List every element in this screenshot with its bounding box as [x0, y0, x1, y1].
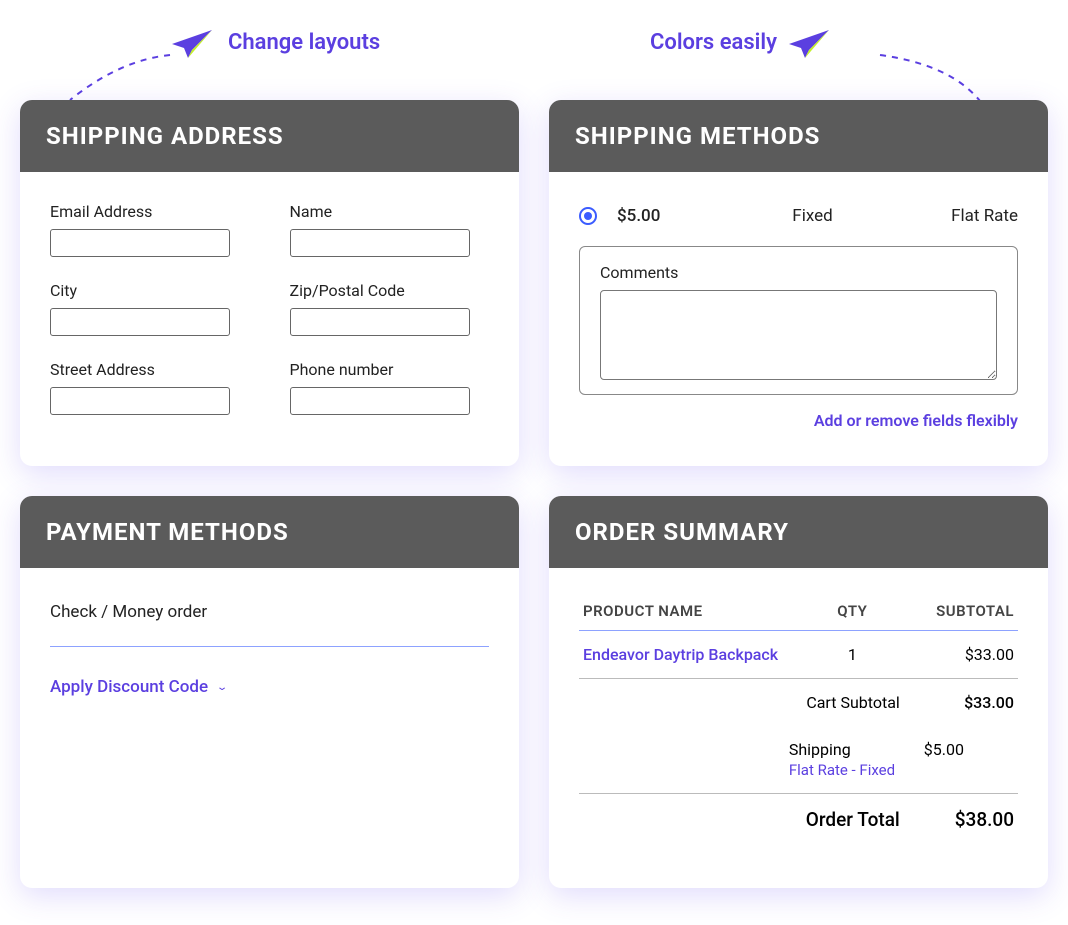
city-input[interactable] [50, 308, 230, 336]
cart-subtotal-label: Cart Subtotal [785, 679, 920, 727]
apply-discount-toggle[interactable]: Apply Discount Code ⌄ [50, 677, 228, 697]
product-qty: 1 [785, 631, 920, 679]
order-total-row: Order Total $38.00 [579, 794, 1018, 846]
email-label: Email Address [50, 202, 250, 221]
col-qty: Qty [785, 598, 920, 631]
radio-selected-icon[interactable] [579, 207, 597, 225]
shipping-price: $5.00 [617, 206, 697, 226]
paper-plane-icon [787, 24, 835, 60]
shipping-row: Shipping Flat Rate - Fixed $5.00 [579, 726, 1018, 794]
card-title: Shipping Address [20, 100, 519, 172]
annotation-left: Change layouts [170, 24, 380, 60]
card-title: Payment Methods [20, 496, 519, 568]
cart-subtotal-value: $33.00 [920, 679, 1018, 727]
city-field-group: City [50, 281, 250, 336]
email-field-group: Email Address [50, 202, 250, 257]
order-summary-card: Order Summary Product Name Qty Subtotal … [549, 496, 1048, 888]
order-total-value: $38.00 [920, 794, 1018, 846]
street-label: Street Address [50, 360, 250, 379]
comments-textarea[interactable] [600, 290, 997, 380]
order-total-label: Order Total [785, 794, 920, 846]
card-title: Shipping Methods [549, 100, 1048, 172]
zip-field-group: Zip/Postal Code [290, 281, 490, 336]
comments-label: Comments [600, 263, 997, 282]
email-input[interactable] [50, 229, 230, 257]
phone-label: Phone number [290, 360, 490, 379]
col-subtotal: Subtotal [920, 598, 1018, 631]
zip-input[interactable] [290, 308, 470, 336]
annotation-right: Colors easily [650, 24, 835, 60]
city-label: City [50, 281, 250, 300]
shipping-option[interactable]: $5.00 Fixed Flat Rate [579, 202, 1018, 246]
zip-label: Zip/Postal Code [290, 281, 490, 300]
col-product: Product Name [579, 598, 785, 631]
line-item: Endeavor Daytrip Backpack 1 $33.00 [579, 631, 1018, 679]
shipping-detail: Flat Rate - Fixed [789, 761, 916, 779]
shipping-address-card: Shipping Address Email Address Name City… [20, 100, 519, 466]
cart-subtotal-row: Cart Subtotal $33.00 [579, 679, 1018, 727]
street-input[interactable] [50, 387, 230, 415]
chevron-down-icon: ⌄ [216, 681, 228, 692]
annotation-left-text: Change layouts [228, 30, 380, 55]
annotation-right-text: Colors easily [650, 30, 777, 55]
summary-table: Product Name Qty Subtotal Endeavor Daytr… [579, 598, 1018, 845]
payment-option[interactable]: Check / Money order [50, 598, 489, 647]
comments-group: Comments [579, 246, 1018, 395]
name-field-group: Name [290, 202, 490, 257]
payment-methods-card: Payment Methods Check / Money order Appl… [20, 496, 519, 888]
shipping-carrier: Fixed [717, 206, 908, 226]
product-name[interactable]: Endeavor Daytrip Backpack [579, 631, 785, 679]
phone-field-group: Phone number [290, 360, 490, 415]
shipping-cost-value: $5.00 [920, 726, 1018, 794]
shipping-methods-card: Shipping Methods $5.00 Fixed Flat Rate C… [549, 100, 1048, 466]
shipping-method: Flat Rate [928, 206, 1018, 226]
street-field-group: Street Address [50, 360, 250, 415]
name-label: Name [290, 202, 490, 221]
top-annotations: Change layouts Colors easily [20, 20, 1048, 100]
product-subtotal: $33.00 [920, 631, 1018, 679]
name-input[interactable] [290, 229, 470, 257]
shipping-cost-label: Shipping Flat Rate - Fixed [785, 726, 920, 794]
phone-input[interactable] [290, 387, 470, 415]
card-title: Order Summary [549, 496, 1048, 568]
flex-note: Add or remove fields flexibly [579, 411, 1018, 430]
discount-label: Apply Discount Code [50, 677, 208, 697]
